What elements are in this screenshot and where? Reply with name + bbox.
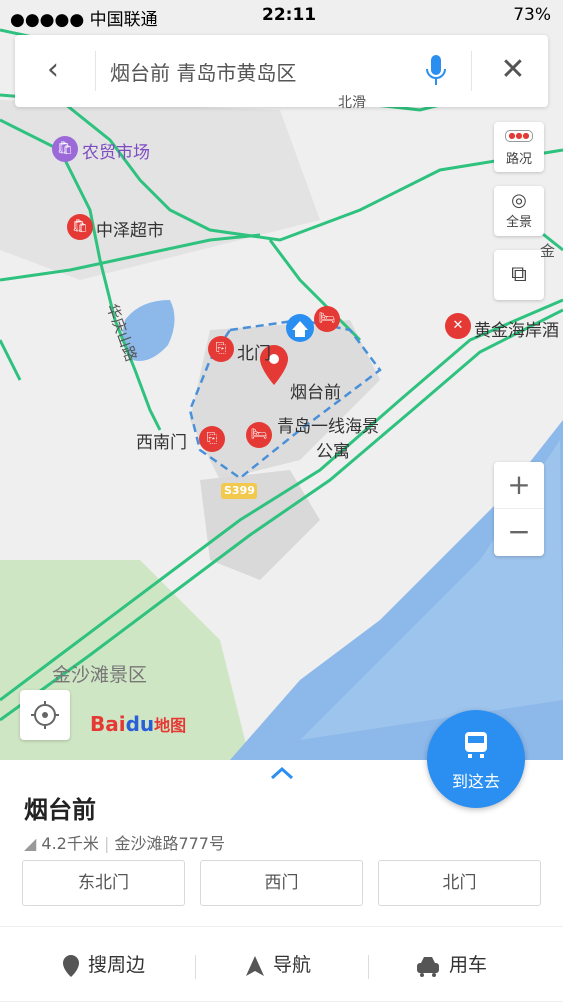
navigation-arrow-icon bbox=[246, 955, 264, 976]
gate-list: 东北门 西门 北门 bbox=[22, 860, 541, 906]
divider bbox=[471, 51, 472, 91]
map-label-north-gate[interactable]: 北门 bbox=[237, 339, 271, 364]
place-title: 烟台前 bbox=[24, 796, 96, 824]
layers-button[interactable]: ⧉ bbox=[494, 250, 544, 300]
logo-du: du bbox=[125, 712, 155, 736]
zoom-in-button[interactable]: + bbox=[494, 462, 544, 509]
navigate-button[interactable]: 导航 bbox=[245, 947, 311, 983]
traffic-label: 路况 bbox=[505, 152, 532, 167]
distance: 4.2千米 bbox=[41, 834, 99, 853]
restaurant-icon: ✕ bbox=[445, 313, 471, 339]
zoom-control: + − bbox=[494, 462, 544, 556]
car-label: 用车 bbox=[449, 954, 488, 976]
direction-arrow-icon: ◢ bbox=[24, 834, 37, 853]
traffic-light-icon: ●●● bbox=[505, 130, 533, 142]
car-service-button[interactable]: 用车 bbox=[415, 947, 487, 983]
place-meta: ◢ 4.2千米 | 金沙滩路777号 bbox=[24, 834, 225, 853]
panorama-button[interactable]: ◎ 全景 bbox=[494, 186, 544, 236]
panorama-label: 全景 bbox=[505, 215, 532, 230]
map-label-road-right: 金 bbox=[540, 242, 556, 260]
crosshair-icon bbox=[31, 701, 59, 729]
nearby-label: 搜周边 bbox=[88, 954, 146, 976]
status-bar: ●●●●● 中国联通 22:11 73% bbox=[0, 0, 563, 32]
layers-icon: ⧉ bbox=[511, 262, 527, 287]
hotel-icon: 🛏 bbox=[314, 306, 340, 332]
bus-icon bbox=[465, 732, 487, 758]
map-view[interactable]: ●●●●● 中国联通 22:11 73% ‹ 烟台前 青岛市黄岛区 ✕ ●●● … bbox=[0, 0, 563, 760]
highway-shield: S399 bbox=[224, 484, 255, 497]
chevron-up-icon[interactable] bbox=[268, 764, 296, 782]
battery-level: 73% bbox=[513, 5, 551, 25]
logo-bai: Bai bbox=[90, 712, 126, 736]
close-icon[interactable]: ✕ bbox=[493, 51, 533, 91]
navigate-label: 导航 bbox=[273, 954, 312, 976]
map-label-apartment[interactable]: 青岛一线海景 bbox=[277, 412, 379, 437]
hotel-icon: 🛏 bbox=[246, 422, 272, 448]
action-bar: 搜周边 导航 用车 bbox=[0, 926, 563, 1002]
divider bbox=[368, 955, 369, 979]
locate-button[interactable] bbox=[20, 690, 70, 740]
clock: 22:11 bbox=[262, 5, 317, 25]
traffic-button[interactable]: ●●● 路况 bbox=[494, 122, 544, 172]
map-label-supermarket[interactable]: 中泽超市 bbox=[96, 216, 164, 241]
car-icon bbox=[417, 956, 439, 977]
gate-icon: ⎘ bbox=[208, 336, 234, 362]
gate-button-north[interactable]: 北门 bbox=[378, 860, 541, 906]
address: 金沙滩路777号 bbox=[114, 834, 225, 853]
gate-icon: ⎘ bbox=[199, 426, 225, 452]
map-label-place[interactable]: 烟台前 bbox=[290, 378, 341, 403]
zoom-out-button[interactable]: − bbox=[494, 509, 544, 555]
search-bar: ‹ 烟台前 青岛市黄岛区 ✕ bbox=[15, 35, 548, 107]
panorama-icon: ◎ bbox=[511, 190, 527, 211]
carrier-text: ●●●●● 中国联通 bbox=[10, 10, 158, 30]
market-icon: 🛍 bbox=[52, 136, 78, 162]
map-label-restaurant[interactable]: 黄金海岸酒 bbox=[474, 316, 559, 341]
logo-ditu: 地图 bbox=[154, 716, 187, 735]
search-query[interactable]: 烟台前 青岛市黄岛区 bbox=[110, 57, 296, 86]
map-label-road-top: 北滑 bbox=[338, 95, 366, 111]
shopping-bag-icon: 🛍 bbox=[67, 214, 93, 240]
map-label-market[interactable]: 农贸市场 bbox=[82, 138, 150, 163]
divider bbox=[95, 51, 96, 91]
microphone-icon[interactable] bbox=[421, 53, 451, 89]
baidu-map-logo: Baidu地图 bbox=[90, 712, 186, 736]
map-canvas bbox=[0, 0, 563, 760]
back-icon[interactable]: ‹ bbox=[33, 51, 73, 91]
go-here-label: 到这去 bbox=[451, 772, 500, 791]
map-label-apartment-2[interactable]: 公寓 bbox=[316, 437, 350, 462]
map-label-beach-area[interactable]: 金沙滩景区 bbox=[52, 660, 147, 687]
divider bbox=[195, 955, 196, 979]
map-label-southwest-gate[interactable]: 西南门 bbox=[136, 428, 187, 453]
nearby-pin-icon bbox=[63, 954, 79, 977]
gate-button-west[interactable]: 西门 bbox=[200, 860, 363, 906]
go-here-button[interactable]: 到这去 bbox=[427, 710, 525, 808]
gate-button-northeast[interactable]: 东北门 bbox=[22, 860, 185, 906]
nearby-search-button[interactable]: 搜周边 bbox=[62, 947, 145, 983]
